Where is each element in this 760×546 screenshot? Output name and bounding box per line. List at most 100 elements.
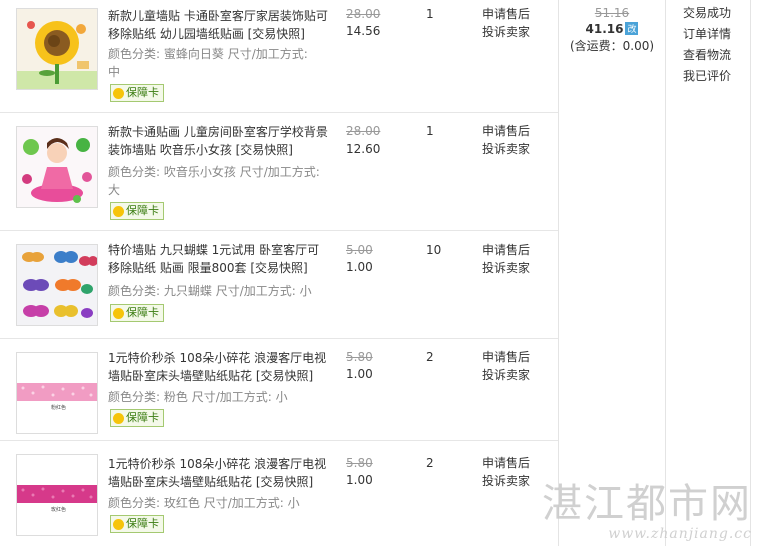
unit-price: 1.00: [346, 260, 373, 274]
apply-after-sale-link[interactable]: 申请售后: [482, 122, 530, 140]
column-divider-payment: [558, 0, 559, 546]
view-logistics-link[interactable]: 查看物流: [683, 45, 731, 66]
price-modified-icon: 改: [625, 22, 639, 35]
product-thumbnail-butterflies[interactable]: [16, 244, 98, 326]
product-sku: 颜色分类: 九只蝴蝶 尺寸/加工方式: 小: [108, 282, 330, 300]
lightbulb-icon: [113, 518, 124, 530]
watermark-url: www.zhanjiang.cc: [608, 526, 752, 542]
lightbulb-icon: [113, 412, 124, 424]
thumb-caption: 粉红色: [51, 404, 66, 411]
category-label: 颜色分类:: [108, 47, 161, 61]
order-total: 41.16: [585, 22, 624, 36]
guarantee-badge-label: 保障卡: [126, 306, 159, 319]
order-item-row-5: 玫红色 1元特价秒杀 108朵小碎花 浪漫客厅电视墙贴卧室床头墙壁贴纸贴花 [交…: [0, 440, 558, 546]
order-item-row-3: 特价墙贴 九只蝴蝶 1元试用 卧室客厅可移除贴纸 贴画 限量800套 [交易快照…: [0, 230, 558, 339]
butterflies-sticker-image: [17, 245, 97, 325]
rose-flowers-sticker-image: 玫红色: [17, 455, 97, 535]
size-label: 尺寸/加工方式:: [239, 165, 320, 179]
item-actions: 申请售后 投诉卖家: [482, 241, 530, 277]
guarantee-badge[interactable]: 保障卡: [110, 515, 164, 533]
order-original-total: 51.16: [594, 6, 630, 20]
product-sku: 颜色分类: 粉色 尺寸/加工方式: 小: [108, 388, 330, 406]
size-label: 尺寸/加工方式:: [191, 390, 272, 404]
category-value: 玫红色: [163, 496, 200, 510]
original-price: 5.00: [346, 243, 373, 257]
product-sku: 颜色分类: 玫红色 尺寸/加工方式: 小: [108, 494, 330, 512]
order-details-link[interactable]: 订单详情: [683, 24, 731, 45]
site-watermark: 湛江都市网 www.zhanjiang.cc: [542, 482, 752, 542]
complain-seller-link[interactable]: 投诉卖家: [482, 366, 530, 384]
guarantee-badge[interactable]: 保障卡: [110, 409, 164, 427]
apply-after-sale-link[interactable]: 申请售后: [482, 241, 530, 259]
product-sku: 颜色分类: 蜜蜂向日葵 尺寸/加工方式: 中: [108, 45, 330, 81]
product-thumbnail-rose-flowers[interactable]: 玫红色: [16, 454, 98, 536]
guarantee-badge-label: 保障卡: [126, 86, 159, 99]
product-title[interactable]: 新款儿童墙贴 卡通卧室客厅家居装饰贴可移除贴纸 幼儿园墙纸贴画 [交易快照]: [108, 7, 330, 43]
quantity: 2: [426, 456, 434, 470]
sunflower-sticker-image: [17, 9, 97, 89]
order-item-row-2: 新款卡通贴画 儿童房间卧室客厅学校背景装饰墙贴 吹音乐小女孩 [交易快照] 颜色…: [0, 112, 558, 231]
apply-after-sale-link[interactable]: 申请售后: [482, 5, 530, 23]
order-payment: 51.16 41.16 改 (含运费：0.00): [560, 6, 664, 54]
lightbulb-icon: [113, 205, 124, 217]
category-value: 吹音乐小女孩: [163, 165, 236, 179]
reviewed-link[interactable]: 我已评价: [683, 66, 731, 87]
pink-flowers-sticker-image: 粉红色: [17, 353, 97, 433]
guarantee-badge-label: 保障卡: [126, 204, 159, 217]
product-title[interactable]: 新款卡通贴画 儿童房间卧室客厅学校背景装饰墙贴 吹音乐小女孩 [交易快照]: [108, 123, 330, 159]
complain-seller-link[interactable]: 投诉卖家: [482, 23, 530, 41]
size-value: 小: [275, 390, 288, 404]
size-label: 尺寸/加工方式:: [215, 284, 296, 298]
shipping-note: (含运费：0.00): [569, 39, 655, 53]
original-price: 5.80: [346, 456, 373, 470]
music-girl-sticker-image: [17, 127, 97, 207]
product-thumbnail-girl[interactable]: [16, 126, 98, 208]
order-total-line: 41.16 改: [560, 22, 664, 36]
item-actions: 申请售后 投诉卖家: [482, 348, 530, 384]
original-price: 28.00: [346, 124, 381, 138]
product-title[interactable]: 1元特价秒杀 108朵小碎花 浪漫客厅电视墙贴卧室床头墙壁贴纸贴花 [交易快照]: [108, 349, 330, 385]
product-title[interactable]: 1元特价秒杀 108朵小碎花 浪漫客厅电视墙贴卧室床头墙壁贴纸贴花 [交易快照]: [108, 455, 330, 491]
guarantee-badge-label: 保障卡: [126, 411, 159, 424]
product-thumbnail-sunflower[interactable]: [16, 8, 98, 90]
product-sku: 颜色分类: 吹音乐小女孩 尺寸/加工方式: 大: [108, 163, 330, 199]
size-label: 尺寸/加工方式:: [227, 47, 308, 61]
unit-price: 1.00: [346, 473, 373, 487]
quantity: 10: [426, 243, 442, 257]
category-label: 颜色分类:: [108, 390, 161, 404]
quantity: 1: [426, 124, 434, 138]
size-value: 中: [108, 65, 121, 79]
size-value: 小: [299, 284, 312, 298]
quantity: 1: [426, 7, 434, 21]
item-actions: 申请售后 投诉卖家: [482, 122, 530, 158]
guarantee-badge-label: 保障卡: [126, 517, 159, 530]
unit-price: 1.00: [346, 367, 373, 381]
original-price: 5.80: [346, 350, 373, 364]
quantity: 2: [426, 350, 434, 364]
complain-seller-link[interactable]: 投诉卖家: [482, 259, 530, 277]
size-value: 大: [108, 183, 121, 197]
complain-seller-link[interactable]: 投诉卖家: [482, 140, 530, 158]
order-status: 交易成功 订单详情 查看物流 我已评价: [683, 3, 731, 87]
guarantee-badge[interactable]: 保障卡: [110, 202, 164, 220]
column-divider-right: [750, 0, 751, 546]
category-label: 颜色分类:: [108, 496, 161, 510]
category-label: 颜色分类:: [108, 284, 161, 298]
guarantee-badge[interactable]: 保障卡: [110, 84, 164, 102]
order-item-row-4: 粉红色 1元特价秒杀 108朵小碎花 浪漫客厅电视墙贴卧室床头墙壁贴纸贴花 [交…: [0, 338, 558, 441]
guarantee-badge[interactable]: 保障卡: [110, 304, 164, 322]
category-value: 粉色: [163, 390, 188, 404]
complain-seller-link[interactable]: 投诉卖家: [482, 472, 530, 490]
thumb-caption: 玫红色: [51, 506, 66, 513]
lightbulb-icon: [113, 307, 124, 319]
apply-after-sale-link[interactable]: 申请售后: [482, 454, 530, 472]
column-divider-status: [665, 0, 666, 546]
apply-after-sale-link[interactable]: 申请售后: [482, 348, 530, 366]
product-title[interactable]: 特价墙贴 九只蝴蝶 1元试用 卧室客厅可移除贴纸 贴画 限量800套 [交易快照…: [108, 241, 330, 277]
product-thumbnail-pink-flowers[interactable]: 粉红色: [16, 352, 98, 434]
category-label: 颜色分类:: [108, 165, 161, 179]
item-actions: 申请售后 投诉卖家: [482, 5, 530, 41]
size-label: 尺寸/加工方式:: [203, 496, 284, 510]
trade-status: 交易成功: [683, 6, 732, 20]
order-item-row-1: 新款儿童墙贴 卡通卧室客厅家居装饰贴可移除贴纸 幼儿园墙纸贴画 [交易快照] 颜…: [0, 0, 558, 113]
